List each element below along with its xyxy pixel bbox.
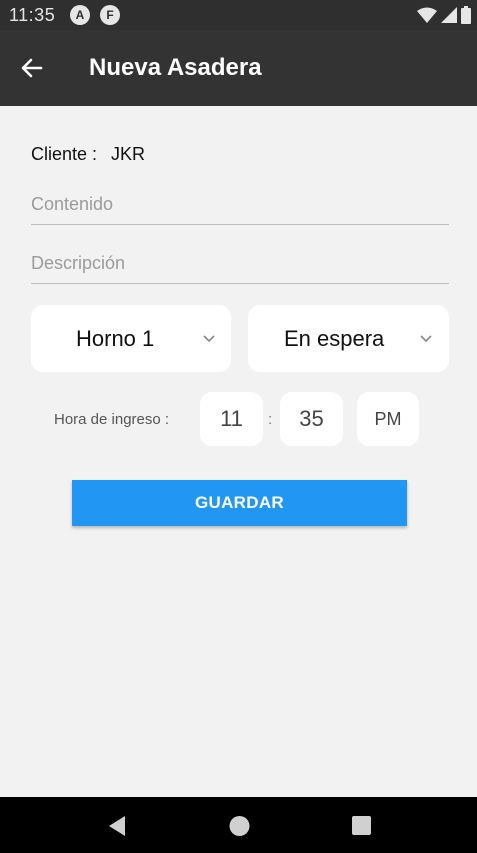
- recents-square-icon[interactable]: [351, 815, 372, 837]
- am-pm-toggle[interactable]: PM: [357, 392, 419, 446]
- status-time: 11:35: [9, 5, 56, 25]
- descripcion-input[interactable]: [31, 244, 449, 284]
- signal-icon: [441, 7, 457, 23]
- chevron-down-icon: [203, 334, 215, 342]
- back-button[interactable]: [16, 52, 48, 84]
- screen: 11:35 A F Nueva Asadera Cliente : JKR Co…: [0, 0, 477, 853]
- oven-select-value: Horno 1: [76, 325, 155, 351]
- app-bar: Nueva Asadera: [0, 30, 477, 106]
- client-row: Cliente : JKR: [31, 144, 145, 165]
- minute-picker[interactable]: 35: [280, 392, 343, 446]
- oven-select[interactable]: Horno 1: [31, 305, 231, 372]
- page-title: Nueva Asadera: [89, 54, 262, 81]
- notification-app-icon: A: [70, 5, 90, 25]
- time-separator: :: [268, 411, 273, 428]
- back-triangle-icon[interactable]: [107, 815, 127, 837]
- notification-app-icon-2: F: [100, 5, 120, 25]
- battery-icon: [461, 6, 471, 24]
- wifi-icon: [417, 7, 437, 23]
- contenido-input[interactable]: [31, 185, 449, 225]
- chevron-down-icon: [420, 334, 432, 342]
- status-select-value: En espera: [284, 325, 385, 351]
- system-nav-bar: [0, 797, 477, 853]
- hour-picker[interactable]: 11: [200, 392, 263, 446]
- status-select[interactable]: En espera: [248, 305, 449, 372]
- client-value: JKR: [111, 144, 146, 164]
- home-circle-icon[interactable]: [229, 815, 250, 837]
- save-button[interactable]: GUARDAR: [72, 480, 407, 526]
- status-icons: [417, 6, 471, 24]
- time-label: Hora de ingreso :: [54, 411, 170, 428]
- arrow-left-icon: [21, 58, 43, 78]
- client-label: Cliente :: [31, 144, 98, 164]
- status-bar: 11:35 A F: [0, 0, 477, 30]
